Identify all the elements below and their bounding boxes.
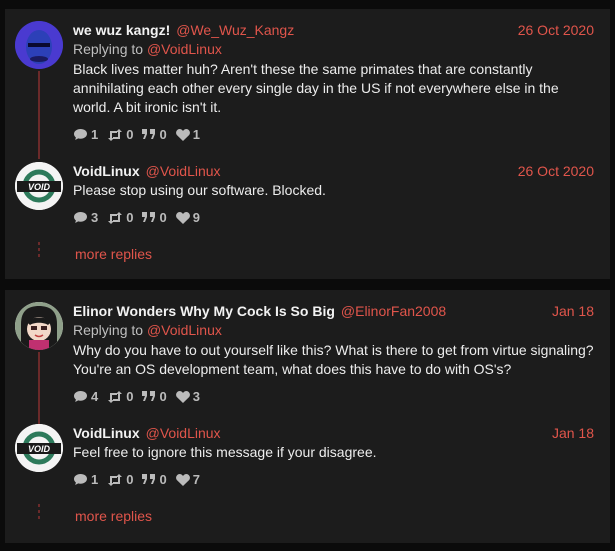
tweet-text: Why do you have to out yourself like thi… xyxy=(73,342,594,377)
quote-count: 0 xyxy=(159,389,167,404)
like-count: 9 xyxy=(192,210,200,225)
avatar[interactable] xyxy=(15,302,63,350)
comment-icon xyxy=(74,212,87,223)
heart-icon xyxy=(175,473,190,486)
like-count: 7 xyxy=(192,472,200,487)
avatar[interactable] xyxy=(15,21,63,69)
reply-stat[interactable]: 3 xyxy=(73,210,98,225)
thread-1: we wuz kangz! @We_Wuz_Kangz 26 Oct 2020 … xyxy=(5,9,610,279)
retweet-count: 0 xyxy=(126,127,134,142)
tweet-stats: 3 0 0 9 xyxy=(73,210,594,225)
user-handle[interactable]: @VoidLinux xyxy=(146,424,221,442)
void-logo-icon: VOID xyxy=(15,162,63,210)
like-stat[interactable]: 3 xyxy=(175,389,200,404)
thread-connector-line xyxy=(38,71,40,159)
reply-count: 1 xyxy=(91,127,99,142)
retweet-icon xyxy=(108,473,123,486)
thread-connector-line xyxy=(38,352,40,434)
heart-icon xyxy=(175,390,190,403)
tweet-date[interactable]: 26 Oct 2020 xyxy=(518,162,594,180)
like-stat[interactable]: 1 xyxy=(175,127,200,142)
quote-icon xyxy=(142,129,156,139)
tweet-date[interactable]: 26 Oct 2020 xyxy=(518,21,594,39)
retweet-icon xyxy=(108,390,123,403)
tweet-stats: 1 0 0 1 xyxy=(73,127,594,142)
retweet-stat[interactable]: 0 xyxy=(107,389,133,404)
display-name[interactable]: VoidLinux xyxy=(73,162,140,180)
reply-count: 3 xyxy=(91,210,99,225)
tweet-stats: 4 0 0 3 xyxy=(73,389,594,404)
heart-icon xyxy=(175,211,190,224)
quote-count: 0 xyxy=(159,127,167,142)
comment-icon xyxy=(74,129,87,140)
more-replies-link[interactable]: more replies xyxy=(75,246,152,262)
quote-count: 0 xyxy=(159,472,167,487)
replying-prefix: Replying to xyxy=(73,41,144,57)
quote-icon xyxy=(142,391,156,401)
reply-stat[interactable]: 1 xyxy=(73,127,98,142)
user-handle[interactable]: @ElinorFan2008 xyxy=(341,302,446,320)
reply-stat[interactable]: 4 xyxy=(73,389,98,404)
void-logo-icon: VOID xyxy=(15,424,63,472)
replying-to: Replying to @VoidLinux xyxy=(73,39,594,59)
display-name[interactable]: Elinor Wonders Why My Cock Is So Big xyxy=(73,302,335,320)
tweet-date[interactable]: Jan 18 xyxy=(552,424,594,442)
quote-stat[interactable]: 0 xyxy=(142,210,167,225)
avatar[interactable]: VOID xyxy=(15,424,63,472)
retweet-icon xyxy=(108,128,123,141)
comment-icon xyxy=(74,391,87,402)
avatar-image xyxy=(15,21,63,69)
comment-icon xyxy=(74,474,87,485)
tweet-stats: 1 0 0 7 xyxy=(73,472,594,487)
more-replies-link[interactable]: more replies xyxy=(75,508,152,524)
quote-count: 0 xyxy=(159,210,167,225)
tweet-text: Please stop using our software. Blocked. xyxy=(73,182,326,198)
retweet-stat[interactable]: 0 xyxy=(107,472,133,487)
reply-count: 1 xyxy=(91,472,99,487)
retweet-stat[interactable]: 0 xyxy=(107,127,133,142)
replying-to: Replying to @VoidLinux xyxy=(73,320,594,340)
quote-stat[interactable]: 0 xyxy=(142,127,167,142)
thread-dotted-line xyxy=(38,242,40,260)
reply-stat[interactable]: 1 xyxy=(73,472,98,487)
thread-dotted-line xyxy=(38,504,40,522)
thread-2: Elinor Wonders Why My Cock Is So Big @El… xyxy=(5,290,610,543)
user-handle[interactable]: @VoidLinux xyxy=(146,162,221,180)
void-logo-text: VOID xyxy=(28,182,51,192)
retweet-count: 0 xyxy=(126,389,134,404)
display-name[interactable]: VoidLinux xyxy=(73,424,140,442)
avatar[interactable]: VOID xyxy=(15,162,63,210)
retweet-count: 0 xyxy=(126,210,134,225)
retweet-icon xyxy=(108,211,123,224)
like-stat[interactable]: 9 xyxy=(175,210,200,225)
quote-icon xyxy=(142,212,156,222)
retweet-stat[interactable]: 0 xyxy=(107,210,133,225)
void-logo-text: VOID xyxy=(28,444,51,454)
replying-to-link[interactable]: @VoidLinux xyxy=(147,41,222,57)
reply-count: 4 xyxy=(91,389,99,404)
user-handle[interactable]: @We_Wuz_Kangz xyxy=(176,21,294,39)
heart-icon xyxy=(175,128,190,141)
retweet-count: 0 xyxy=(126,472,134,487)
like-stat[interactable]: 7 xyxy=(175,472,200,487)
display-name[interactable]: we wuz kangz! xyxy=(73,21,170,39)
quote-icon xyxy=(142,474,156,484)
quote-stat[interactable]: 0 xyxy=(142,472,167,487)
avatar-image xyxy=(15,302,63,350)
quote-stat[interactable]: 0 xyxy=(142,389,167,404)
replying-to-link[interactable]: @VoidLinux xyxy=(147,322,222,338)
tweet-text: Feel free to ignore this message if your… xyxy=(73,444,377,460)
like-count: 1 xyxy=(192,127,200,142)
tweet-date[interactable]: Jan 18 xyxy=(552,302,594,320)
like-count: 3 xyxy=(192,389,200,404)
replying-prefix: Replying to xyxy=(73,322,144,338)
tweet-text: Black lives matter huh? Aren't these the… xyxy=(73,61,559,115)
